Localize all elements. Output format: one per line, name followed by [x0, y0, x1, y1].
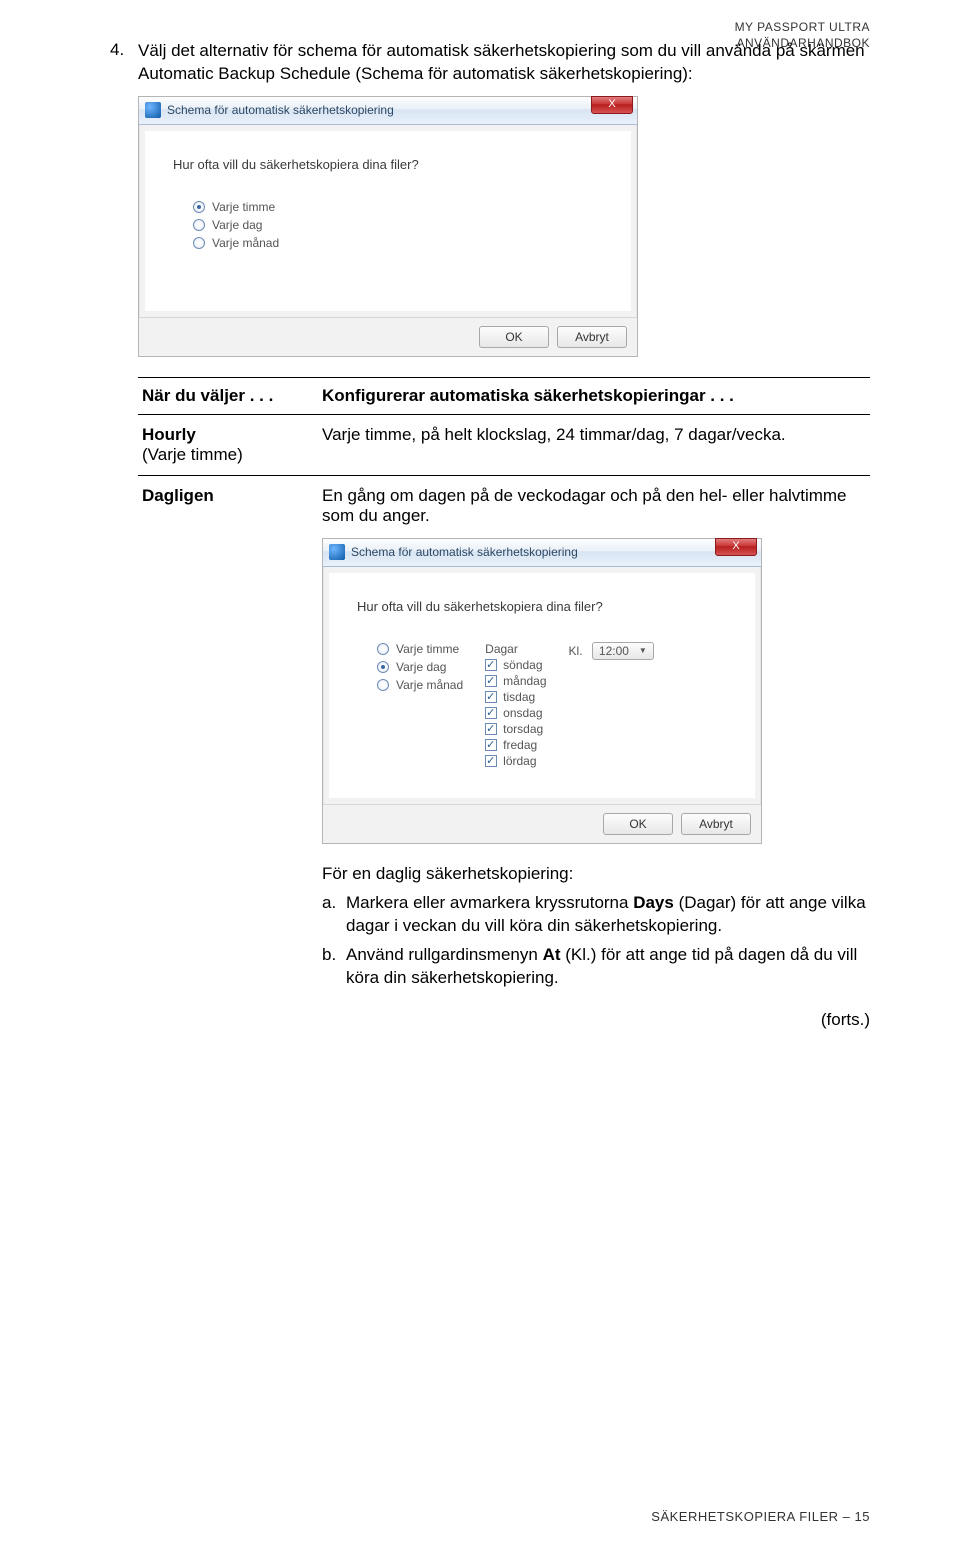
dialog1-question: Hur ofta vill du säkerhetskopiera dina f… [173, 157, 607, 172]
table-header-2: Konfigurerar automatiska säkerhetskopier… [318, 377, 870, 414]
cell-bold: Hourly [142, 425, 196, 444]
close-button[interactable]: X [715, 538, 757, 556]
day-checkbox-wednesday[interactable]: onsdag [485, 706, 546, 720]
checkbox-icon [485, 755, 497, 767]
substep-b: b. Använd rullgardinsmenyn At (Kl.) för … [322, 944, 866, 990]
radio-option-hourly[interactable]: Varje timme [377, 642, 463, 656]
table-header-1: När du väljer . . . [138, 377, 318, 414]
dialog1-titlebar: Schema för automatisk säkerhetskopiering… [139, 97, 637, 125]
close-button[interactable]: X [591, 96, 633, 114]
day-checkbox-saturday[interactable]: lördag [485, 754, 546, 768]
radio-label: Varje timme [212, 200, 275, 214]
app-icon [329, 544, 345, 560]
day-label: torsdag [503, 722, 543, 736]
cell-bold: Dagligen [142, 486, 214, 505]
table-cell-hourly-desc: Varje timme, på helt klockslag, 24 timma… [318, 414, 870, 475]
table-cell-daily: Dagligen [138, 475, 318, 1005]
radio-option-monthly[interactable]: Varje månad [193, 236, 607, 250]
substep-letter: b. [322, 944, 336, 967]
radio-option-monthly[interactable]: Varje månad [377, 678, 463, 692]
day-label: fredag [503, 738, 537, 752]
text-run: Använd rullgardinsmenyn [346, 945, 543, 964]
time-value: 12:00 [599, 644, 629, 658]
radio-option-daily[interactable]: Varje dag [193, 218, 607, 232]
radio-label: Varje timme [396, 642, 459, 656]
step-number: 4. [110, 40, 124, 60]
time-dropdown[interactable]: 12:00 ▼ [592, 642, 654, 660]
chevron-down-icon: ▼ [639, 646, 647, 655]
radio-label: Varje dag [396, 660, 446, 674]
radio-icon [377, 679, 389, 691]
bold-term: At [543, 945, 561, 964]
radio-option-daily[interactable]: Varje dag [377, 660, 463, 674]
close-icon: X [732, 541, 739, 552]
checkbox-icon [485, 675, 497, 687]
days-header: Dagar [485, 642, 546, 656]
substep-letter: a. [322, 892, 336, 915]
radio-icon [193, 237, 205, 249]
dialog2-question: Hur ofta vill du säkerhetskopiera dina f… [357, 599, 731, 614]
step-text: Välj det alternativ för schema för autom… [138, 40, 870, 86]
day-checkbox-sunday[interactable]: söndag [485, 658, 546, 672]
radio-icon [193, 201, 205, 213]
page-footer: SÄKERHETSKOPIERA FILER – 15 [651, 1509, 870, 1524]
close-icon: X [608, 99, 615, 110]
substep-a: a. Markera eller avmarkera kryssrutorna … [322, 892, 866, 938]
header-line1: MY PASSPORT ULTRA [735, 20, 870, 36]
day-label: måndag [503, 674, 546, 688]
table-cell-hourly: Hourly (Varje timme) [138, 414, 318, 475]
ok-button[interactable]: OK [603, 813, 673, 835]
ok-button[interactable]: OK [479, 326, 549, 348]
bold-term: Days [633, 893, 674, 912]
cell-desc-text: En gång om dagen på de veckodagar och på… [322, 486, 847, 525]
dialog2-title: Schema för automatisk säkerhetskopiering [351, 545, 755, 559]
checkbox-icon [485, 707, 497, 719]
radio-label: Varje dag [212, 218, 262, 232]
dialog1-title: Schema för automatisk säkerhetskopiering [167, 103, 631, 117]
day-checkbox-thursday[interactable]: torsdag [485, 722, 546, 736]
cancel-button[interactable]: Avbryt [557, 326, 627, 348]
cell-sub: (Varje timme) [142, 445, 243, 464]
day-label: söndag [503, 658, 542, 672]
day-label: onsdag [503, 706, 542, 720]
table-cell-daily-desc: En gång om dagen på de veckodagar och på… [318, 475, 870, 1005]
dialog-schedule-hourly: Schema för automatisk säkerhetskopiering… [138, 96, 638, 357]
day-checkbox-friday[interactable]: fredag [485, 738, 546, 752]
options-table: När du väljer . . . Konfigurerar automat… [138, 377, 870, 1006]
dialog-schedule-daily: Schema för automatisk säkerhetskopiering… [322, 538, 762, 844]
text-run: Markera eller avmarkera kryssrutorna [346, 893, 633, 912]
day-checkbox-tuesday[interactable]: tisdag [485, 690, 546, 704]
radio-icon [377, 661, 389, 673]
time-label: Kl. [569, 644, 583, 658]
radio-label: Varje månad [212, 236, 279, 250]
continued-label: (forts.) [138, 1010, 870, 1030]
checkbox-icon [485, 723, 497, 735]
checkbox-icon [485, 659, 497, 671]
day-label: lördag [503, 754, 536, 768]
radio-label: Varje månad [396, 678, 463, 692]
day-label: tisdag [503, 690, 535, 704]
radio-option-hourly[interactable]: Varje timme [193, 200, 607, 214]
cancel-button[interactable]: Avbryt [681, 813, 751, 835]
app-icon [145, 102, 161, 118]
radio-icon [193, 219, 205, 231]
dialog2-titlebar: Schema för automatisk säkerhetskopiering… [323, 539, 761, 567]
radio-icon [377, 643, 389, 655]
checkbox-icon [485, 691, 497, 703]
daily-intro: För en daglig säkerhetskopiering: [322, 864, 866, 884]
checkbox-icon [485, 739, 497, 751]
day-checkbox-monday[interactable]: måndag [485, 674, 546, 688]
